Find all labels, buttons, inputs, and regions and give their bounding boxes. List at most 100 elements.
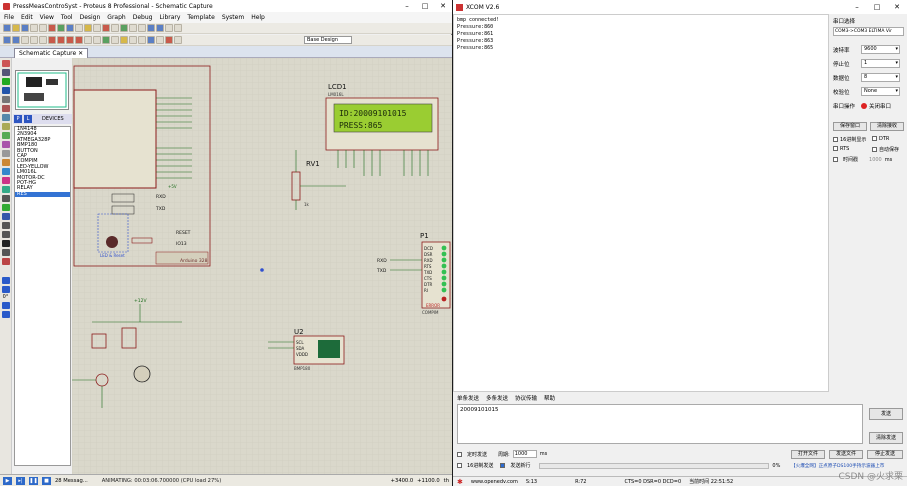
new-icon[interactable]: [3, 24, 11, 32]
redo-icon[interactable]: [12, 36, 20, 44]
origin-icon[interactable]: [129, 24, 137, 32]
marker-icon[interactable]: [1, 258, 10, 265]
device-res[interactable]: RES: [15, 191, 70, 198]
gerber-icon[interactable]: [75, 24, 83, 32]
menu-help[interactable]: Help: [251, 14, 265, 21]
period-input[interactable]: 1000: [512, 450, 537, 458]
bus-icon[interactable]: [1, 105, 10, 112]
save-icon[interactable]: [21, 24, 29, 32]
mirror-y-icon[interactable]: [1, 311, 10, 318]
text-icon[interactable]: [1, 240, 10, 247]
arc-icon[interactable]: [1, 222, 10, 229]
dtr-checkbox[interactable]: [872, 136, 877, 141]
rotate-ccw-icon[interactable]: [1, 286, 10, 293]
block-move-icon[interactable]: [57, 36, 65, 44]
3d-icon[interactable]: [66, 24, 74, 32]
package-icon[interactable]: [102, 36, 110, 44]
tab-schematic-capture[interactable]: Schematic Capture ✕: [14, 48, 89, 58]
text-script-icon[interactable]: [1, 96, 10, 103]
timestamp-checkbox[interactable]: [833, 157, 838, 162]
zoom-in-icon[interactable]: [147, 24, 155, 32]
block-delete-icon[interactable]: [75, 36, 83, 44]
open-icon[interactable]: [12, 24, 20, 32]
graph-icon[interactable]: [1, 141, 10, 148]
bom-icon[interactable]: [84, 24, 92, 32]
pick-devices-button[interactable]: P: [14, 115, 22, 123]
clear-send-button[interactable]: 清除发送: [869, 432, 903, 444]
hex-display-option[interactable]: 16进制显示: [833, 136, 866, 143]
timed-send-checkbox[interactable]: [457, 451, 462, 457]
tape-icon[interactable]: [1, 150, 10, 157]
property-icon[interactable]: [138, 36, 146, 44]
generator-icon[interactable]: [1, 159, 10, 166]
tab-single-send[interactable]: 单条发送: [457, 394, 479, 402]
decompose-icon[interactable]: [111, 36, 119, 44]
wire-autorouter-icon[interactable]: [120, 36, 128, 44]
menu-graph[interactable]: Graph: [107, 14, 125, 21]
cut-icon[interactable]: [21, 36, 29, 44]
pause-button[interactable]: ❚❚: [29, 476, 38, 485]
xcom-maximize-icon[interactable]: □: [867, 3, 887, 11]
pick-device-icon[interactable]: [84, 36, 92, 44]
stop-bits-select[interactable]: 1: [861, 59, 900, 68]
symbol-icon[interactable]: [1, 249, 10, 256]
menu-template[interactable]: Template: [187, 14, 214, 21]
xcom-minimize-icon[interactable]: –: [847, 3, 867, 11]
block-rotate-icon[interactable]: [66, 36, 74, 44]
stop-button[interactable]: ■: [42, 476, 51, 485]
mirror-x-icon[interactable]: [1, 302, 10, 309]
search-tag-icon[interactable]: [129, 36, 137, 44]
save-window-button[interactable]: 保存窗口: [833, 122, 867, 131]
box-icon[interactable]: [1, 204, 10, 211]
close-icon[interactable]: ✕: [434, 2, 452, 10]
zoom-all-icon[interactable]: [165, 24, 173, 32]
library-manager-button[interactable]: L: [24, 115, 32, 123]
make-device-icon[interactable]: [93, 36, 101, 44]
baud-select[interactable]: 9600: [861, 45, 900, 54]
step-button[interactable]: ▸|: [16, 476, 25, 485]
refresh-icon[interactable]: [111, 24, 119, 32]
message-count[interactable]: 28 Messag...: [55, 478, 88, 484]
send-newline-checkbox[interactable]: [500, 463, 506, 468]
subcircuit-icon[interactable]: [1, 114, 10, 121]
copy-icon[interactable]: [30, 36, 38, 44]
pin-icon[interactable]: [1, 132, 10, 139]
help-icon[interactable]: [102, 24, 110, 32]
path-icon[interactable]: [1, 231, 10, 238]
rts-checkbox[interactable]: [833, 146, 838, 151]
virtual-instrument-icon[interactable]: [1, 186, 10, 193]
new-sheet-icon[interactable]: [147, 36, 155, 44]
close-port-button[interactable]: 关闭串口: [861, 102, 891, 110]
send-input[interactable]: 20009101015: [457, 404, 863, 444]
pcb-icon[interactable]: [57, 24, 65, 32]
dtr-option[interactable]: DTR: [872, 136, 889, 142]
home-icon[interactable]: [39, 24, 47, 32]
tab-close-icon[interactable]: ✕: [78, 50, 83, 57]
overview-window[interactable]: [15, 70, 69, 110]
component-mode-icon[interactable]: [1, 69, 10, 76]
settings-gear-icon[interactable]: ✱: [457, 478, 463, 486]
hex-display-checkbox[interactable]: [833, 137, 838, 142]
terminal-icon[interactable]: [1, 123, 10, 130]
timestamp-interval[interactable]: 1000: [869, 157, 882, 163]
port-select[interactable]: COM3->COM3 ELTIMA Vir: [833, 27, 904, 36]
menu-tool[interactable]: Tool: [61, 14, 73, 21]
menu-view[interactable]: View: [40, 14, 54, 21]
send-file-button[interactable]: 发送文件: [829, 450, 863, 459]
undo-icon[interactable]: [3, 36, 11, 44]
minimize-icon[interactable]: –: [398, 2, 416, 10]
open-file-button[interactable]: 打开文件: [791, 450, 825, 459]
tab-protocol[interactable]: 协议传输: [515, 394, 537, 402]
menu-library[interactable]: Library: [159, 14, 180, 21]
timestamp-option[interactable]: 时间戳 1000 ms: [833, 156, 892, 163]
zoom-out-icon[interactable]: [156, 24, 164, 32]
parity-select[interactable]: None: [861, 87, 900, 96]
grid-icon[interactable]: [120, 24, 128, 32]
rts-option[interactable]: RTS: [833, 146, 849, 152]
schematic-icon[interactable]: [48, 24, 56, 32]
line-icon[interactable]: [1, 195, 10, 202]
close-project-icon[interactable]: [30, 24, 38, 32]
netlist-icon[interactable]: [165, 36, 173, 44]
block-copy-icon[interactable]: [48, 36, 56, 44]
voltage-probe-icon[interactable]: [1, 168, 10, 175]
